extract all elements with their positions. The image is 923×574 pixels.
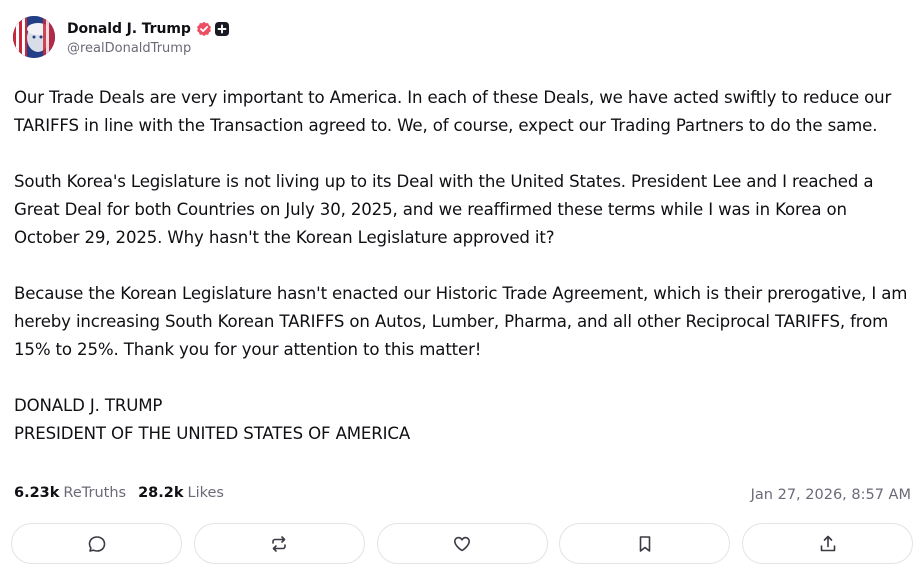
- likes-count: 28.2k: [138, 485, 184, 501]
- signature-title: PRESIDENT OF THE UNITED STATES OF AMERIC…: [14, 424, 411, 443]
- author-info: Donald J. Trump @realDonaldTrump: [67, 18, 229, 56]
- signature-name: DONALD J. TRUMP: [14, 396, 163, 415]
- verified-badge-icon: [196, 21, 211, 36]
- like-icon: [454, 536, 470, 551]
- action-bar: [11, 523, 913, 567]
- author-handle[interactable]: @realDonaldTrump: [67, 41, 229, 56]
- like-button[interactable]: [376, 523, 548, 564]
- post-paragraph: Our Trade Deals are very important to Am…: [14, 88, 892, 135]
- post-paragraph: Because the Korean Legislature hasn't en…: [14, 284, 908, 359]
- avatar[interactable]: [13, 16, 55, 58]
- retruths-label: ReTruths: [63, 485, 127, 501]
- reply-icon: [88, 535, 105, 552]
- retruths-count: 6.23k: [14, 485, 60, 501]
- share-button[interactable]: [742, 523, 913, 564]
- retruth-button[interactable]: [193, 523, 365, 564]
- likes-stat[interactable]: 28.2k Likes: [138, 485, 224, 501]
- share-icon: [820, 535, 835, 551]
- retruth-icon: [272, 535, 287, 552]
- likes-label: Likes: [187, 485, 224, 501]
- bookmark-icon: [639, 535, 651, 552]
- post-timestamp[interactable]: Jan 27, 2026, 8:57 AM: [751, 487, 911, 503]
- name-row: Donald J. Trump: [67, 18, 229, 40]
- post-paragraph: South Korea's Legislature is not living …: [14, 172, 874, 247]
- retruths-stat[interactable]: 6.23k ReTruths: [14, 485, 126, 501]
- reply-button[interactable]: [11, 523, 182, 564]
- post-header: Donald J. Trump @realDonaldTrump: [13, 16, 229, 58]
- author-display-name[interactable]: Donald J. Trump: [67, 21, 191, 37]
- post-body: Our Trade Deals are very important to Am…: [14, 84, 914, 448]
- post-stats: 6.23k ReTruths 28.2k Likes: [14, 485, 236, 501]
- bookmark-button[interactable]: [559, 523, 731, 564]
- truth-plus-icon: [214, 22, 229, 36]
